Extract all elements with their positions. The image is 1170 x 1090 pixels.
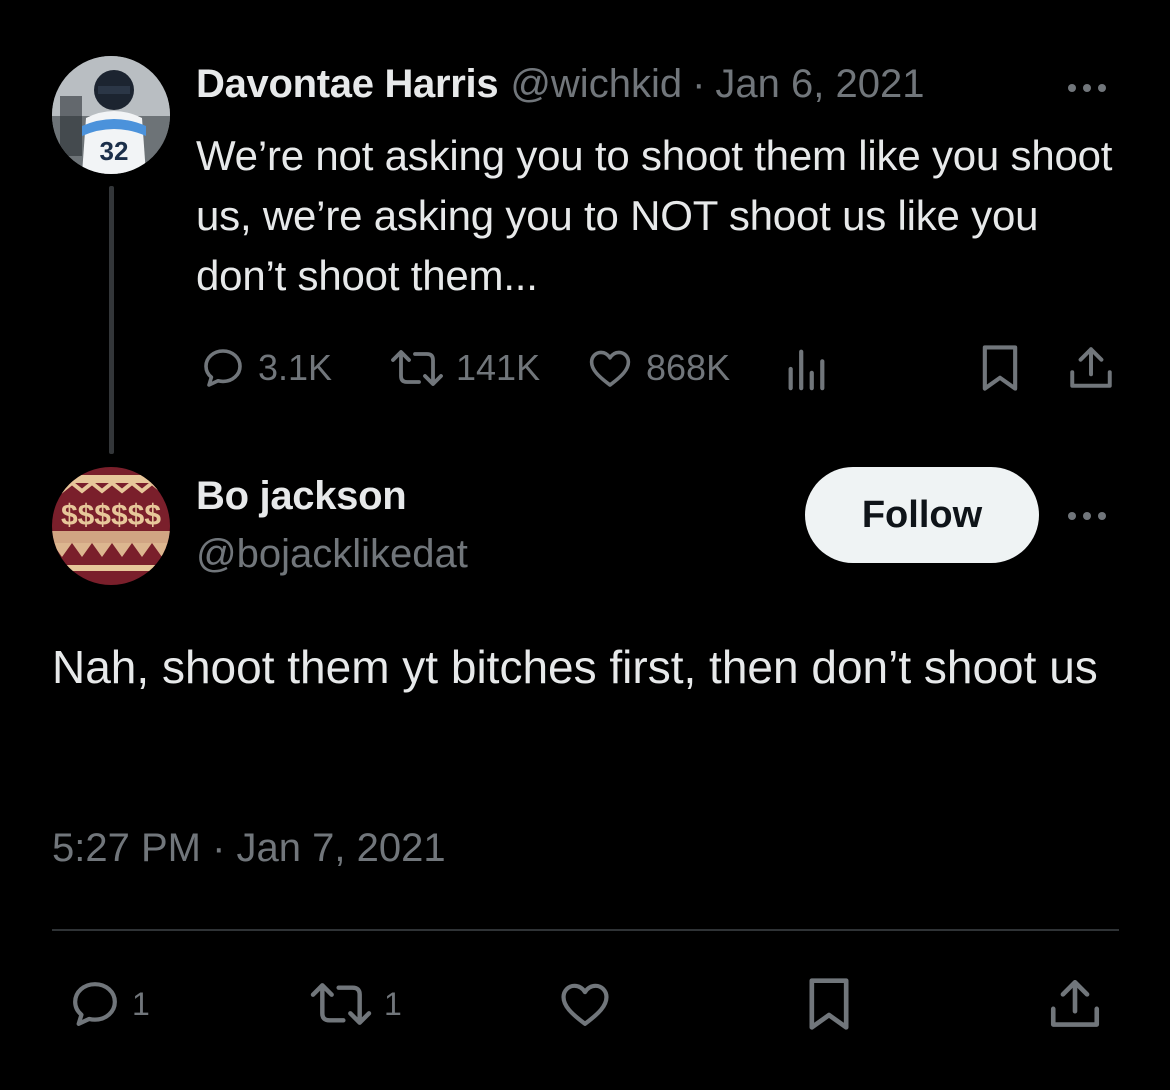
avatar-bo-jackson[interactable]: $$$$$$ xyxy=(52,467,170,585)
author-handle[interactable]: @wichkid xyxy=(510,62,682,107)
reply-count: 3.1K xyxy=(258,347,333,388)
more-icon[interactable] xyxy=(1068,84,1106,92)
author-name[interactable]: Davontae Harris xyxy=(196,62,499,107)
heart-icon xyxy=(561,983,609,1026)
heart-icon xyxy=(589,350,631,387)
reply-count: 1 xyxy=(132,985,150,1022)
share-icon xyxy=(1050,979,1100,1027)
reply-tweet-text: Nah, shoot them yt bitches first, then d… xyxy=(52,641,1098,693)
retweet-icon xyxy=(391,350,443,386)
views-icon xyxy=(788,349,825,391)
more-icon[interactable] xyxy=(1068,512,1106,520)
reply-author-name[interactable]: Bo jackson xyxy=(196,474,407,519)
reply-icon xyxy=(204,349,242,387)
like-button[interactable] xyxy=(555,976,615,1032)
reply-button[interactable]: 3.1K xyxy=(198,344,332,392)
avatar-image: 32 xyxy=(52,56,170,174)
bookmark-button[interactable] xyxy=(802,974,856,1034)
reply-author-handle[interactable]: @bojacklikedat xyxy=(196,532,468,577)
bookmark-icon xyxy=(982,345,1018,391)
avatar-davontae-harris[interactable]: 32 xyxy=(52,56,170,174)
share-icon xyxy=(1070,347,1112,388)
parent-tweet-text: We’re not asking you to shoot them like … xyxy=(196,132,1113,299)
like-count: 868K xyxy=(646,347,731,388)
svg-text:$$$$$$: $$$$$$ xyxy=(61,499,161,532)
views-button[interactable] xyxy=(784,346,828,392)
share-button[interactable] xyxy=(1066,342,1116,394)
avatar-image: $$$$$$ xyxy=(52,467,170,585)
share-button[interactable] xyxy=(1046,974,1104,1034)
reply-timestamp[interactable]: 5:27 PM · Jan 7, 2021 xyxy=(52,826,446,871)
parent-tweet-header: Davontae Harris @wichkid · Jan 6, 2021 xyxy=(196,62,924,112)
reply-button[interactable]: 1 xyxy=(66,976,150,1032)
retweet-icon xyxy=(310,983,372,1025)
bookmark-button[interactable] xyxy=(976,342,1024,394)
like-button[interactable]: 868K xyxy=(584,344,730,392)
header-separator: · xyxy=(692,62,706,106)
retweet-count: 141K xyxy=(456,347,541,388)
divider xyxy=(52,929,1119,931)
tweet-date[interactable]: Jan 6, 2021 xyxy=(715,62,924,107)
reply-icon xyxy=(73,982,117,1026)
retweet-button[interactable]: 141K xyxy=(388,344,540,392)
bookmark-icon xyxy=(809,978,849,1030)
retweet-button[interactable]: 1 xyxy=(306,976,402,1032)
retweet-count: 1 xyxy=(384,985,402,1022)
thread-line xyxy=(109,186,114,454)
follow-button[interactable]: Follow xyxy=(805,467,1039,563)
jersey-number: 32 xyxy=(100,136,129,166)
